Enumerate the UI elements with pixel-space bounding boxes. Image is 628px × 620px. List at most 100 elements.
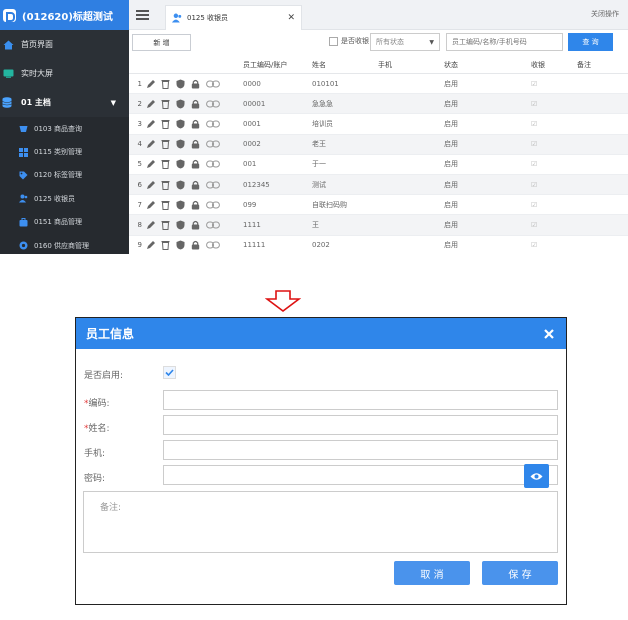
row-index: 3: [137, 119, 142, 128]
cell-cashier[interactable]: ☑: [531, 160, 577, 168]
close-icon[interactable]: [544, 328, 554, 339]
tab-cashier[interactable]: 0125 收银员 ✕: [165, 5, 302, 30]
edit-icon[interactable]: [145, 139, 156, 150]
shield-icon[interactable]: [175, 118, 186, 129]
link-icon[interactable]: [205, 240, 220, 251]
delete-icon[interactable]: [160, 240, 171, 251]
link-icon[interactable]: [205, 139, 220, 150]
save-button[interactable]: 保 存: [482, 561, 558, 585]
lock-icon[interactable]: [190, 199, 201, 210]
edit-icon[interactable]: [145, 118, 156, 129]
status-select[interactable]: 所有状态 ▼: [370, 33, 440, 51]
delete-icon[interactable]: [160, 98, 171, 109]
shield-icon[interactable]: [175, 179, 186, 190]
table-row[interactable]: 3 0001 培训员 启用 ☑: [129, 114, 628, 135]
cell-cashier[interactable]: ☑: [531, 80, 577, 88]
edit-icon[interactable]: [145, 159, 156, 170]
close-operations-menu[interactable]: 关闭操作: [591, 9, 619, 19]
menu-toggle-icon[interactable]: [136, 10, 149, 20]
table-row[interactable]: 8 1111 王 启用 ☑: [129, 215, 628, 236]
delete-icon[interactable]: [160, 118, 171, 129]
sidebar-item-label: 0160 供应商管理: [34, 241, 90, 250]
show-password-button[interactable]: [524, 464, 549, 488]
edit-icon[interactable]: [145, 179, 156, 190]
sidebar-item-tag[interactable]: 0120 标签管理: [0, 163, 129, 188]
search-input[interactable]: [446, 33, 563, 51]
lock-icon[interactable]: [190, 139, 201, 150]
shield-icon[interactable]: [175, 199, 186, 210]
edit-icon[interactable]: [145, 240, 156, 251]
lock-icon[interactable]: [190, 240, 201, 251]
remark-textarea[interactable]: 备注:: [83, 491, 558, 553]
delete-icon[interactable]: [160, 219, 171, 230]
table-row[interactable]: 1 0000 010101 启用 ☑: [129, 74, 628, 95]
delete-icon[interactable]: [160, 199, 171, 210]
shield-icon[interactable]: [175, 159, 186, 170]
link-icon[interactable]: [205, 219, 220, 230]
close-icon[interactable]: ✕: [287, 13, 295, 23]
link-icon[interactable]: [205, 118, 220, 129]
cell-cashier[interactable]: ☑: [531, 221, 577, 229]
sidebar-item-cashier[interactable]: 0125 收银员: [0, 187, 129, 211]
cell-cashier[interactable]: ☑: [531, 201, 577, 209]
cell-cashier[interactable]: ☑: [531, 140, 577, 148]
enable-checkbox[interactable]: [163, 366, 176, 379]
delete-icon[interactable]: [160, 159, 171, 170]
shield-icon[interactable]: [175, 240, 186, 251]
name-field[interactable]: [163, 415, 558, 435]
sidebar-item-category[interactable]: 0115 类别管理: [0, 140, 129, 164]
link-icon[interactable]: [205, 78, 220, 89]
code-field[interactable]: [163, 390, 558, 410]
phone-field[interactable]: [163, 440, 558, 460]
lock-icon[interactable]: [190, 179, 201, 190]
sidebar-group-master[interactable]: 01 主档 ▼: [0, 88, 129, 117]
cashier-filter-checkbox[interactable]: 是否收银: [329, 36, 369, 46]
lock-icon[interactable]: [190, 118, 201, 129]
table-row[interactable]: 9 11111 0202 启用 ☑: [129, 236, 628, 255]
delete-icon[interactable]: [160, 78, 171, 89]
dialog-header: 员工信息: [76, 318, 566, 349]
lock-icon[interactable]: [190, 98, 201, 109]
remark-placeholder: 备注:: [100, 503, 122, 513]
shield-icon[interactable]: [175, 219, 186, 230]
search-button[interactable]: 查 询: [568, 33, 613, 51]
delete-icon[interactable]: [160, 139, 171, 150]
table-row[interactable]: 4 0002 老王 启用 ☑: [129, 134, 628, 155]
link-icon[interactable]: [205, 98, 220, 109]
cancel-button[interactable]: 取 消: [394, 561, 470, 585]
sidebar-item-home[interactable]: 首页界面: [0, 30, 129, 59]
checkbox-icon: [329, 36, 338, 46]
link-icon[interactable]: [205, 199, 220, 210]
table-row[interactable]: 7 099 自联扫码购 启用 ☑: [129, 195, 628, 216]
edit-icon[interactable]: [145, 199, 156, 210]
shield-icon[interactable]: [175, 78, 186, 89]
cell-cashier[interactable]: ☑: [531, 120, 577, 128]
sidebar-item-goods[interactable]: 0151 商品管理: [0, 210, 129, 234]
lock-icon[interactable]: [190, 78, 201, 89]
new-button[interactable]: 新 增: [132, 34, 191, 51]
cell-name: 于一: [312, 160, 326, 169]
shield-icon[interactable]: [175, 98, 186, 109]
cell-cashier[interactable]: ☑: [531, 100, 577, 108]
edit-icon[interactable]: [145, 98, 156, 109]
main-content: 0125 收银员 ✕ 关闭操作 新 增 是否收银 所有状态 ▼ 查 询 员工编码…: [129, 0, 628, 254]
sidebar-item-product-search[interactable]: 0103 商品查询: [0, 117, 129, 141]
row-index: 5: [137, 160, 142, 169]
sidebar-item-supplier[interactable]: 0160 供应商管理: [0, 233, 129, 254]
shield-icon[interactable]: [175, 139, 186, 150]
edit-icon[interactable]: [145, 78, 156, 89]
sidebar-item-dashboard[interactable]: 实时大屏: [0, 59, 129, 88]
password-field[interactable]: [163, 465, 558, 485]
lock-icon[interactable]: [190, 159, 201, 170]
lock-icon[interactable]: [190, 219, 201, 230]
edit-icon[interactable]: [145, 219, 156, 230]
eye-icon: [530, 472, 543, 480]
table-row[interactable]: 6 012345 测试 启用 ☑: [129, 174, 628, 196]
link-icon[interactable]: [205, 159, 220, 170]
cell-cashier[interactable]: ☑: [531, 181, 577, 189]
link-icon[interactable]: [205, 179, 220, 190]
table-row[interactable]: 2 00001 急急急 启用 ☑: [129, 94, 628, 115]
delete-icon[interactable]: [160, 179, 171, 190]
table-row[interactable]: 5 001 于一 启用 ☑: [129, 155, 628, 175]
cell-cashier[interactable]: ☑: [531, 241, 577, 249]
